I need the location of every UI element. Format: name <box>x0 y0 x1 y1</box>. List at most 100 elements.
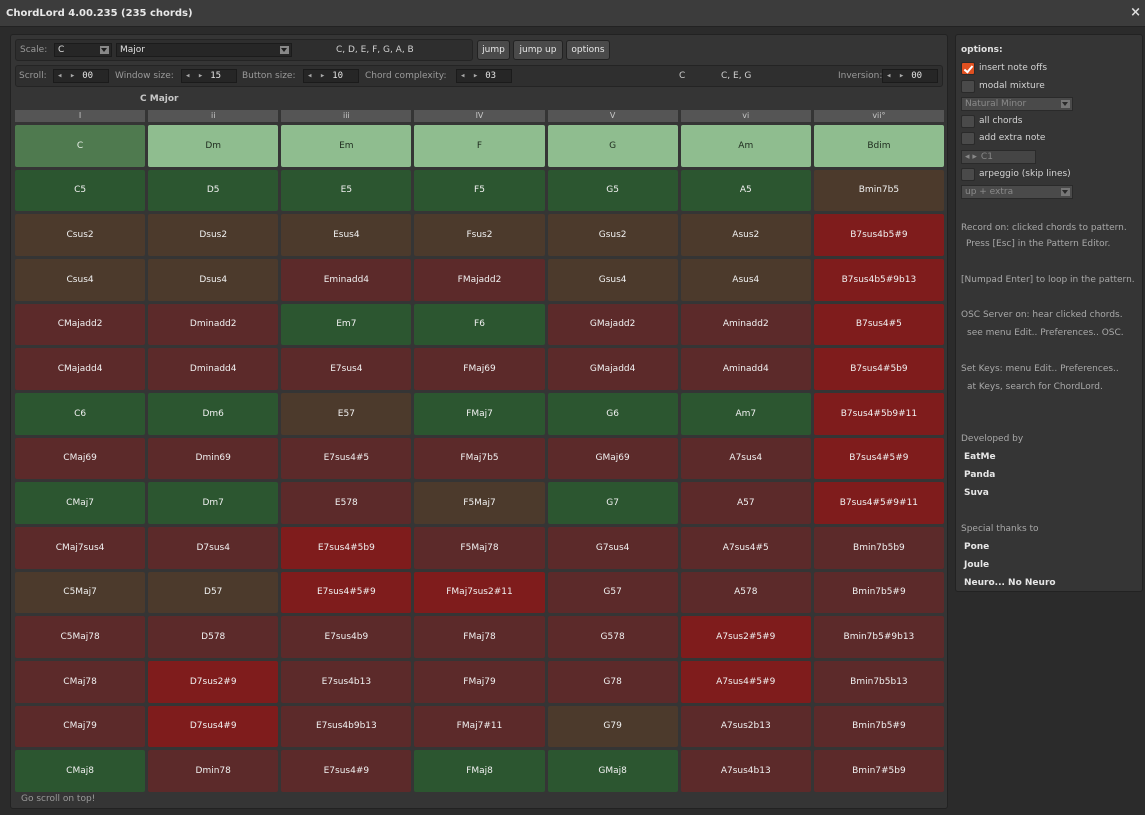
chord-button[interactable]: Bmin7#5b9 <box>813 750 944 792</box>
chord-button[interactable]: E7sus4b9 <box>281 616 412 658</box>
chord-button[interactable]: B7sus4#5b9#11 <box>813 393 944 435</box>
chord-button[interactable]: E7sus4b13 <box>281 661 412 703</box>
chord-button[interactable]: A7sus4b13 <box>680 750 811 792</box>
chord-button[interactable]: CMaj69 <box>15 437 146 480</box>
root-dropdown[interactable]: C <box>54 43 112 57</box>
chord-button[interactable]: C5Maj7 <box>15 571 146 614</box>
chord-button[interactable]: Em <box>281 125 412 167</box>
jump-button[interactable]: jump <box>477 40 510 60</box>
chord-button[interactable]: Dminadd2 <box>148 303 279 346</box>
chord-button[interactable]: E5 <box>281 169 412 212</box>
chord-button[interactable]: Asus4 <box>680 259 811 301</box>
chord-button[interactable]: B7sus4#5 <box>813 303 944 346</box>
chord-button[interactable]: E57 <box>281 393 412 435</box>
arrows-icon[interactable]: ◂ ▸ <box>886 71 905 81</box>
chord-button[interactable]: Bmin7b5#9b13 <box>813 616 944 658</box>
chord-button[interactable]: Am <box>680 125 811 167</box>
chord-button[interactable]: CMaj79 <box>15 705 146 748</box>
chord-button[interactable]: GMajadd4 <box>547 348 678 390</box>
chord-button[interactable]: C5Maj78 <box>15 616 146 658</box>
arpeggio-mode-dropdown[interactable]: up + extra <box>961 185 1073 199</box>
chord-button[interactable]: Dm <box>148 125 279 167</box>
chord-button[interactable]: Gsus4 <box>547 259 678 301</box>
chord-button[interactable]: Dmin78 <box>148 750 279 792</box>
chord-button[interactable]: A7sus4 <box>680 437 811 480</box>
chord-button[interactable]: C6 <box>15 393 146 435</box>
chord-button[interactable]: Csus4 <box>15 259 146 301</box>
chord-button[interactable]: Csus2 <box>15 214 146 256</box>
scroll-spinner[interactable]: ◂ ▸ 00 <box>53 69 109 83</box>
arpeggio-checkbox[interactable] <box>961 168 975 181</box>
chord-button[interactable]: GMajadd2 <box>547 303 678 346</box>
chord-button[interactable]: G <box>547 125 678 167</box>
arrows-icon[interactable]: ◂ ▸ <box>965 152 977 162</box>
chord-button[interactable]: G5 <box>547 169 678 212</box>
chord-button[interactable]: FMaj7sus2#11 <box>414 571 545 614</box>
inversion-spinner[interactable]: ◂ ▸ 00 <box>882 69 938 83</box>
chord-button[interactable]: Dsus4 <box>148 259 279 301</box>
chord-button[interactable]: FMaj79 <box>414 661 545 703</box>
chord-button[interactable]: FMaj69 <box>414 348 545 390</box>
chord-button[interactable]: Fsus2 <box>414 214 545 256</box>
chord-button[interactable]: Em7 <box>281 303 412 346</box>
chord-button[interactable]: F <box>414 125 545 167</box>
chord-button[interactable]: F5 <box>414 169 545 212</box>
chord-button[interactable]: A7sus4#5 <box>680 527 811 569</box>
mixture-mode-dropdown[interactable]: Natural Minor <box>961 97 1073 111</box>
chord-button[interactable]: CMaj7 <box>15 482 146 524</box>
chord-button[interactable]: A7sus2b13 <box>680 705 811 748</box>
chord-button[interactable]: FMaj8 <box>414 750 545 792</box>
chord-button[interactable]: C <box>15 125 146 167</box>
chord-button[interactable]: Dsus2 <box>148 214 279 256</box>
chord-button[interactable]: Bmin7b5#9 <box>813 571 944 614</box>
chord-button[interactable]: F5Maj7 <box>414 482 545 524</box>
arrows-icon[interactable]: ◂ ▸ <box>460 71 479 81</box>
chord-button[interactable]: B7sus4#5b9 <box>813 348 944 390</box>
chord-button[interactable]: E7sus4b9b13 <box>281 705 412 748</box>
jump-up-button[interactable]: jump up <box>513 40 563 60</box>
chord-button[interactable]: Aminadd2 <box>680 303 811 346</box>
chord-button[interactable]: Bmin7b5#9 <box>813 705 944 748</box>
chord-button[interactable]: CMajadd4 <box>15 348 146 390</box>
window-size-spinner[interactable]: ◂ ▸ 15 <box>181 69 237 83</box>
chord-button[interactable]: A7sus2#5#9 <box>680 616 811 658</box>
chord-button[interactable]: Dm6 <box>148 393 279 435</box>
chord-button[interactable]: Dmin69 <box>148 437 279 480</box>
chord-button[interactable]: A578 <box>680 571 811 614</box>
chord-button[interactable]: G7 <box>547 482 678 524</box>
chord-button[interactable]: D57 <box>148 571 279 614</box>
chord-button[interactable]: FMaj7#11 <box>414 705 545 748</box>
chord-button[interactable]: G6 <box>547 393 678 435</box>
chord-button[interactable]: A57 <box>680 482 811 524</box>
chord-button[interactable]: Gsus2 <box>547 214 678 256</box>
chord-button[interactable]: Bmin7b5b9 <box>813 527 944 569</box>
insert-note-offs-checkbox[interactable] <box>961 62 975 75</box>
chord-button[interactable]: B7sus4#5#9 <box>813 437 944 480</box>
chord-button[interactable]: G57 <box>547 571 678 614</box>
chord-button[interactable]: E7sus4 <box>281 348 412 390</box>
chord-button[interactable]: B7sus4b5#9 <box>813 214 944 256</box>
chord-button[interactable]: C5 <box>15 169 146 212</box>
chord-button[interactable]: E578 <box>281 482 412 524</box>
arrows-icon[interactable]: ◂ ▸ <box>185 71 204 81</box>
add-extra-note-checkbox[interactable] <box>961 132 975 145</box>
chord-button[interactable]: G7sus4 <box>547 527 678 569</box>
chord-button[interactable]: G578 <box>547 616 678 658</box>
chord-button[interactable]: Bmin7b5b13 <box>813 661 944 703</box>
complexity-spinner[interactable]: ◂ ▸ 03 <box>456 69 512 83</box>
chord-button[interactable]: FMaj7b5 <box>414 437 545 480</box>
chord-button[interactable]: CMaj7sus4 <box>15 527 146 569</box>
chord-button[interactable]: FMaj78 <box>414 616 545 658</box>
chord-button[interactable]: E7sus4#5#9 <box>281 571 412 614</box>
chord-button[interactable]: G79 <box>547 705 678 748</box>
button-size-spinner[interactable]: ◂ ▸ 10 <box>303 69 359 83</box>
chord-button[interactable]: GMaj69 <box>547 437 678 480</box>
chord-button[interactable]: FMaj7 <box>414 393 545 435</box>
chord-button[interactable]: Bdim <box>813 125 944 167</box>
chord-button[interactable]: B7sus4#5#9#11 <box>813 482 944 524</box>
chord-button[interactable]: D7sus4 <box>148 527 279 569</box>
chord-button[interactable]: A7sus4#5#9 <box>680 661 811 703</box>
chord-button[interactable]: Dminadd4 <box>148 348 279 390</box>
arrows-icon[interactable]: ◂ ▸ <box>57 71 76 81</box>
chord-button[interactable]: Asus2 <box>680 214 811 256</box>
